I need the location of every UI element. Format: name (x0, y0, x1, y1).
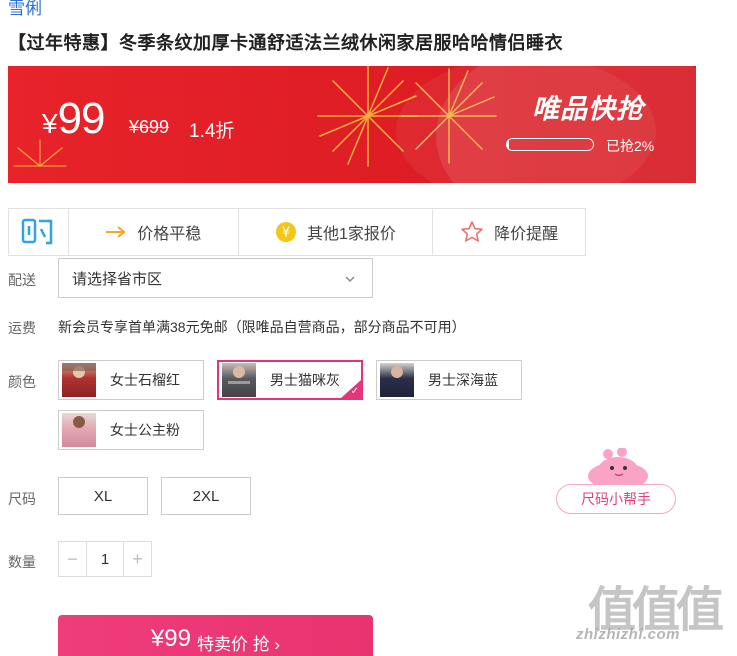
arrow-right-icon (105, 225, 127, 239)
other-quotes-item[interactable]: ¥ 其他1家报价 (239, 209, 434, 255)
svg-text:¥: ¥ (282, 226, 290, 241)
region-select-value: 请选择省市区 (72, 270, 163, 288)
sale-price: ¥99 (42, 94, 106, 143)
star-outline-icon (460, 220, 484, 244)
size-option-2xl[interactable]: 2XL (161, 477, 251, 515)
quantity-label: 数量 (8, 554, 36, 570)
flash-sale-title: 唯品快抢 (532, 94, 644, 124)
buy-button-label: 特卖价 抢 › (196, 635, 281, 654)
color-option-navy[interactable]: 男士深海蓝 (376, 360, 522, 400)
size-helper[interactable]: 尺码小帮手 (556, 448, 680, 516)
color-option-label: 女士公主粉 (110, 422, 180, 438)
price-alert-item[interactable]: 降价提醒 (433, 209, 585, 255)
product-title: 【过年特惠】冬季条纹加厚卡通舒适法兰绒休闲家居服哈哈情侣睡衣 (8, 33, 563, 53)
color-option-label: 男士猫咪灰 (270, 372, 340, 388)
size-helper-button[interactable]: 尺码小帮手 (556, 484, 676, 514)
discount-label: 1.4折 (189, 121, 235, 142)
size-label: 尺码 (8, 491, 36, 507)
color-option-grey[interactable]: 男士猫咪灰 ✓ (217, 360, 363, 400)
region-select[interactable]: 请选择省市区 (58, 258, 373, 298)
shipping-info: 新会员专享首单满38元免邮（限唯品自营商品，部分商品不可用） (58, 319, 466, 335)
product-thumbnail (222, 363, 256, 397)
price-alert-label: 降价提醒 (494, 226, 559, 243)
color-option-pink[interactable]: 女士公主粉 (58, 410, 204, 450)
watermark: 值值值 zhizhizhi.com (576, 570, 733, 656)
quantity-stepper: − 1 + (58, 541, 152, 577)
decrease-button[interactable]: − (59, 542, 87, 576)
shipping-label: 运费 (8, 320, 36, 336)
color-option-label: 男士深海蓝 (428, 372, 498, 388)
color-option-label: 女士石榴红 (110, 372, 180, 388)
quantity-value[interactable]: 1 (87, 542, 123, 576)
sold-progress-bar (506, 138, 594, 151)
original-price: ¥699 (129, 117, 170, 137)
watermark-url: zhizhizhi.com (576, 626, 680, 643)
delivery-label: 配送 (8, 272, 36, 288)
product-thumbnail (380, 363, 414, 397)
increase-button[interactable]: + (123, 542, 151, 576)
mascot-icon (588, 448, 648, 488)
price-trend-item[interactable]: 价格平稳 (69, 209, 239, 255)
color-label: 颜色 (8, 374, 36, 390)
buy-button[interactable]: ¥99 特卖价 抢 › (58, 615, 373, 656)
product-thumbnail (62, 413, 96, 447)
sold-percent-text: 已抢2% (606, 138, 655, 154)
gou-icon (9, 209, 69, 255)
flash-sale-banner: ¥99 ¥699 1.4折 唯品快抢 已抢2% (8, 66, 696, 183)
brand-name[interactable]: 雪俐 (8, 0, 42, 19)
firework-decoration (401, 68, 497, 164)
chevron-down-icon (344, 272, 356, 289)
yen-coin-icon: ¥ (275, 221, 297, 243)
price-trend-label: 价格平稳 (137, 226, 202, 243)
buy-button-price: ¥99 (150, 625, 191, 652)
size-option-xl[interactable]: XL (58, 477, 148, 515)
color-option-red[interactable]: 女士石榴红 (58, 360, 204, 400)
other-quotes-label: 其他1家报价 (306, 226, 396, 243)
product-thumbnail (62, 363, 96, 397)
check-icon: ✓ (350, 386, 359, 397)
price-tools-bar: 价格平稳 ¥ 其他1家报价 降价提醒 (8, 208, 586, 256)
